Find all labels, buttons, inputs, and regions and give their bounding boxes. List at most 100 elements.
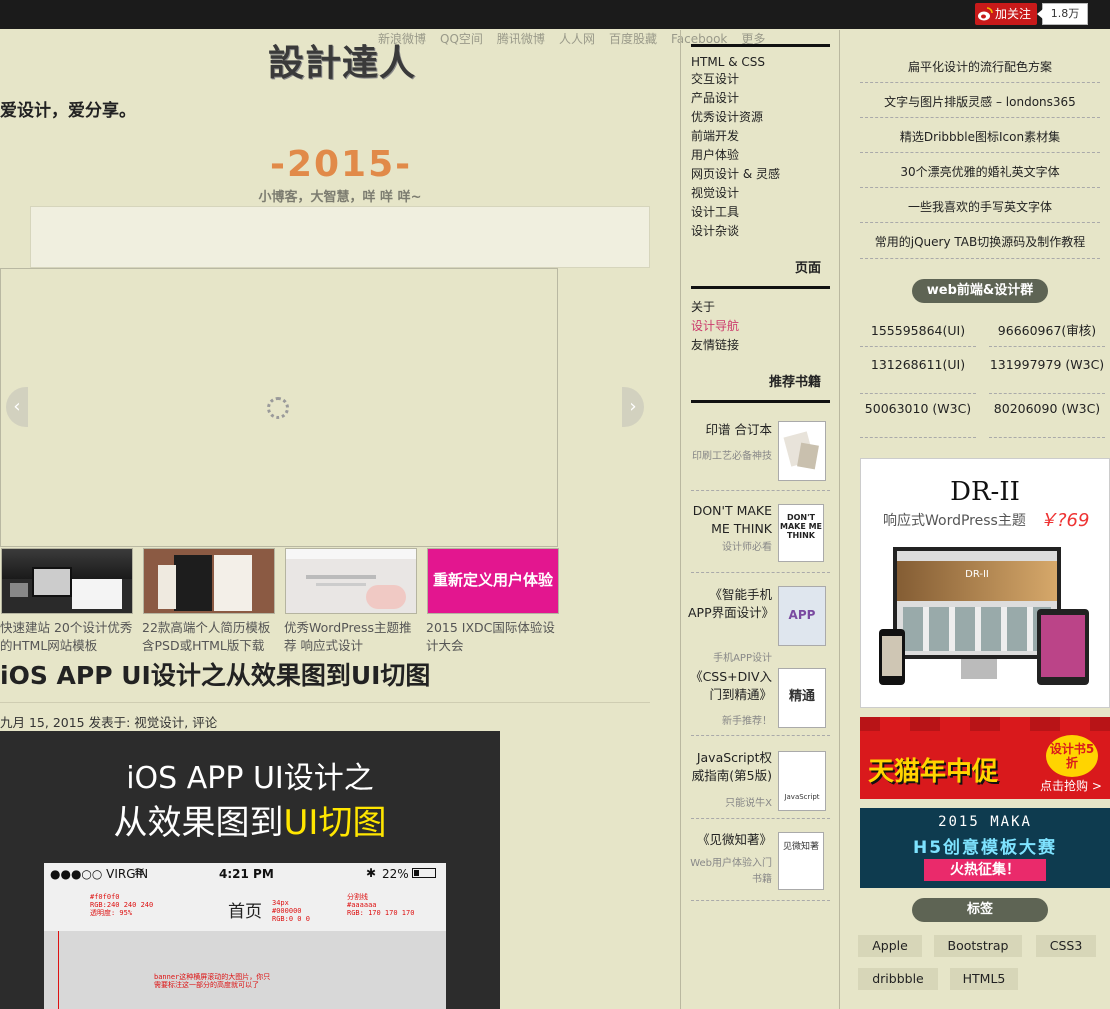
post-title[interactable]: iOS APP UI设计之从效果图到UI切图 [0, 656, 430, 692]
tmall-ad[interactable]: 天猫年中促 设计书5折 点击抢购 > [860, 717, 1110, 799]
category-top-bar [691, 44, 830, 47]
book-sub-1: 印刷工艺必备神技 [692, 451, 772, 462]
book-title-6[interactable]: 《见微知著》 [688, 831, 772, 849]
category-link-resources[interactable]: 优秀设计资源 [691, 108, 763, 125]
top-bar [0, 0, 1110, 29]
tag-html5[interactable]: HTML5 [950, 968, 1018, 990]
qq-divider [860, 346, 976, 348]
share-tencent[interactable]: 腾讯微博 [497, 32, 545, 46]
share-qzone[interactable]: QQ空间 [440, 32, 483, 46]
qq-group-4[interactable]: 131997979 (W3C) [989, 358, 1105, 372]
slider-next-button[interactable]: › [622, 387, 644, 427]
books-heading: 推荐书籍 [768, 375, 821, 390]
thumb-caption-2[interactable]: 22款高端个人简历模板含PSD或HTML版下载 [142, 619, 280, 655]
follower-count: 1.8万 [1037, 3, 1088, 25]
phone-time: 4:21 PM [219, 867, 274, 881]
book-cover-6[interactable]: 见微知著 [778, 832, 824, 890]
maka-ad[interactable]: 2015 MAKA H5创意模板大赛 火热征集！ [860, 808, 1110, 888]
phone-battery-text: 22% [382, 867, 409, 881]
category-link-interaction[interactable]: 交互设计 [691, 70, 739, 87]
right-link-divider [860, 258, 1100, 260]
category-link-html-css[interactable]: HTML & CSS [691, 55, 765, 69]
annotation-1: #f0f0f0 RGB:240 240 240 透明度: 95% [90, 893, 154, 917]
category-link-tools[interactable]: 设计工具 [691, 203, 739, 220]
book-title-5[interactable]: JavaScript权威指南(第5版) [688, 749, 772, 785]
right-link-3[interactable]: 精选Dribbble图标Icon素材集 [860, 128, 1100, 145]
page-link-about[interactable]: 关于 [691, 298, 715, 315]
chevron-right-icon: › [629, 396, 637, 417]
book-title-2[interactable]: DON'T MAKE ME THINK [688, 502, 772, 538]
book-divider [691, 490, 830, 492]
thumb-4-image-text: 重新定义用户体验 [432, 571, 553, 589]
chevron-left-icon: ‹ [13, 396, 21, 417]
right-link-divider [860, 82, 1100, 84]
thumb-3[interactable] [285, 548, 417, 614]
tag-apple[interactable]: Apple [858, 935, 922, 957]
tag-bootstrap[interactable]: Bootstrap [934, 935, 1022, 957]
qq-group-6[interactable]: 80206090 (W3C) [989, 402, 1105, 416]
book-title-4[interactable]: 《CSS+DIV入门到精通》 [688, 668, 772, 704]
battery-icon [412, 868, 436, 878]
tags-heading: 标签 [912, 898, 1048, 922]
book-sub-5: 只能说牛X [725, 798, 772, 809]
right-link-divider [860, 187, 1100, 189]
theme-ad-monitor: DR-II [893, 547, 1061, 659]
book-title-1[interactable]: 印谱 合订本 [688, 421, 772, 439]
measure-line [58, 931, 59, 1009]
book-sub-6: Web用户体验入门书籍 [690, 858, 772, 885]
weibo-icon [978, 7, 993, 21]
category-link-frontend[interactable]: 前端开发 [691, 127, 739, 144]
tmall-ad-cta[interactable]: 点击抢购 > [1040, 777, 1102, 794]
maka-ad-line1: 2015 MAKA [938, 814, 1032, 830]
right-link-1[interactable]: 扁平化设计的流行配色方案 [860, 58, 1100, 75]
tag-css3[interactable]: CSS3 [1036, 935, 1096, 957]
thumb-caption-1[interactable]: 快速建站 20个设计优秀的HTML网站模板 [0, 619, 138, 655]
site-logo[interactable]: 設計達人 [268, 40, 418, 86]
book-title-3[interactable]: 《智能手机APP界面设计》 [688, 586, 774, 622]
category-link-product[interactable]: 产品设计 [691, 89, 739, 106]
annotation-2: 34px #000000 RGB:0 0 0 [272, 899, 310, 923]
book-cover-3[interactable]: APP [778, 586, 826, 646]
qq-divider [989, 437, 1105, 439]
category-link-visual[interactable]: 视觉设计 [691, 184, 739, 201]
weibo-follow-button[interactable]: 加关注 [975, 3, 1037, 25]
right-link-5[interactable]: 一些我喜欢的手写英文字体 [860, 198, 1100, 215]
page-link-nav[interactable]: 设计导航 [691, 317, 739, 334]
theme-ad-monitor-stand [961, 659, 997, 679]
phone-banner [44, 931, 446, 1009]
post-hero-image[interactable]: iOS APP UI设计之 从效果图到UI切图 ●●●○○ VIRGIN ≋ 4… [0, 731, 500, 1009]
book-cover-1[interactable] [778, 421, 826, 481]
theme-ad-tablet [1037, 609, 1089, 685]
loading-spinner-icon [267, 397, 289, 419]
post-divider [0, 702, 650, 703]
share-renren[interactable]: 人人网 [559, 32, 595, 46]
qq-group-3[interactable]: 131268611(UI) [860, 358, 976, 372]
qq-group-2[interactable]: 96660967(审核) [989, 324, 1105, 338]
share-baidu[interactable]: 百度股藏 [609, 32, 657, 46]
theme-ad-screen-text: DR-II [965, 569, 989, 580]
book-cover-2[interactable]: DON'T MAKE ME THINK [778, 504, 824, 562]
thumb-1[interactable] [1, 548, 133, 614]
theme-ad[interactable]: DR-II 响应式WordPress主题 ￥?69 DR-II [860, 458, 1110, 708]
tag-dribbble[interactable]: dribbble [858, 968, 938, 990]
qq-group-5[interactable]: 50063010 (W3C) [860, 402, 976, 416]
maka-ad-line2: H5创意模板大赛 [912, 838, 1058, 858]
book-cover-4[interactable]: 精通 [778, 668, 826, 728]
right-link-4[interactable]: 30个漂亮优雅的婚礼英文字体 [860, 163, 1100, 180]
book-cover-5[interactable]: JavaScript [778, 751, 826, 811]
right-link-6[interactable]: 常用的jQuery TAB切换源码及制作教程 [860, 233, 1100, 250]
qq-group-1[interactable]: 155595864(UI) [860, 324, 976, 338]
book-sub-4: 新手推荐！ [722, 716, 772, 727]
right-link-2[interactable]: 文字与图片排版灵感 – londons365 [860, 93, 1100, 110]
thumb-2[interactable] [143, 548, 275, 614]
thumb-caption-3[interactable]: 优秀WordPress主题推荐 响应式设计 [284, 619, 422, 655]
page-link-friends[interactable]: 友情链接 [691, 336, 739, 353]
theme-ad-price: ￥?69 [1039, 510, 1090, 531]
thumb-4[interactable]: 重新定义用户体验 [427, 548, 559, 614]
right-link-divider [860, 222, 1100, 224]
category-link-ux[interactable]: 用户体验 [691, 146, 739, 163]
category-link-web-design[interactable]: 网页设计 & 灵感 [691, 165, 780, 182]
wifi-icon: ≋ [134, 865, 145, 880]
category-link-misc[interactable]: 设计杂谈 [691, 222, 739, 239]
thumb-caption-4[interactable]: 2015 IXDC国际体验设计大会 [426, 619, 564, 655]
